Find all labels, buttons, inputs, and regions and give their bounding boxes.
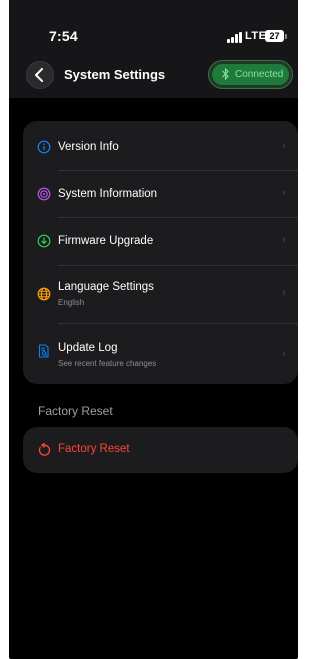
- settings-item-label: Firmware Upgrade: [58, 235, 154, 247]
- settings-item-update-log[interactable]: Update Log See recent feature changes ›: [23, 324, 298, 384]
- settings-item-language-settings[interactable]: Language Settings English ›: [23, 266, 298, 324]
- battery-tip: [285, 34, 287, 39]
- chevron-left-icon: [35, 68, 43, 82]
- connection-status-pill: Connected: [212, 64, 289, 85]
- chevron-right-icon: ›: [282, 287, 286, 299]
- status-bar: 7:54 LTE 27: [9, 0, 298, 50]
- connection-status-label: Connected: [235, 69, 284, 80]
- chevron-right-icon: ›: [282, 187, 286, 199]
- settings-item-label: Update Log: [58, 342, 118, 354]
- document-search-icon: [38, 344, 49, 358]
- globe-icon: [37, 287, 51, 301]
- chevron-right-icon: ›: [282, 234, 286, 246]
- section-title-factory-reset: Factory Reset: [38, 404, 113, 418]
- status-time: 7:54: [49, 28, 78, 44]
- connection-status-badge[interactable]: Connected: [208, 60, 293, 89]
- settings-item-label: System Information: [58, 188, 158, 200]
- battery-icon: 27: [265, 30, 284, 42]
- chevron-right-icon: ›: [282, 348, 286, 360]
- settings-item-label: Language Settings: [58, 281, 154, 293]
- bluetooth-icon: [222, 68, 229, 80]
- back-button[interactable]: [26, 61, 54, 89]
- settings-item-label: Version Info: [58, 141, 119, 153]
- phone-screen: 7:54 LTE 27 System Settings Connected Ve…: [9, 0, 298, 659]
- download-icon: [37, 234, 51, 248]
- header-area: 7:54 LTE 27 System Settings Connected: [9, 0, 298, 98]
- settings-item-subtitle: See recent feature changes: [58, 359, 157, 368]
- info-icon: [37, 140, 51, 154]
- settings-item-system-information[interactable]: System Information ›: [23, 171, 298, 218]
- reset-icon: [38, 443, 51, 456]
- settings-list: Version Info › System Information › Firm…: [23, 121, 298, 384]
- network-type: LTE: [245, 30, 267, 42]
- settings-item-firmware-upgrade[interactable]: Firmware Upgrade ›: [23, 218, 298, 266]
- settings-item-subtitle: English: [58, 298, 85, 307]
- signal-icon: [227, 32, 242, 43]
- factory-reset-label: Factory Reset: [58, 443, 130, 455]
- page-title: System Settings: [64, 67, 166, 82]
- settings-item-version-info[interactable]: Version Info ›: [23, 121, 298, 171]
- factory-reset-button[interactable]: Factory Reset: [23, 427, 298, 473]
- target-icon: [37, 187, 51, 201]
- chevron-right-icon: ›: [282, 140, 286, 152]
